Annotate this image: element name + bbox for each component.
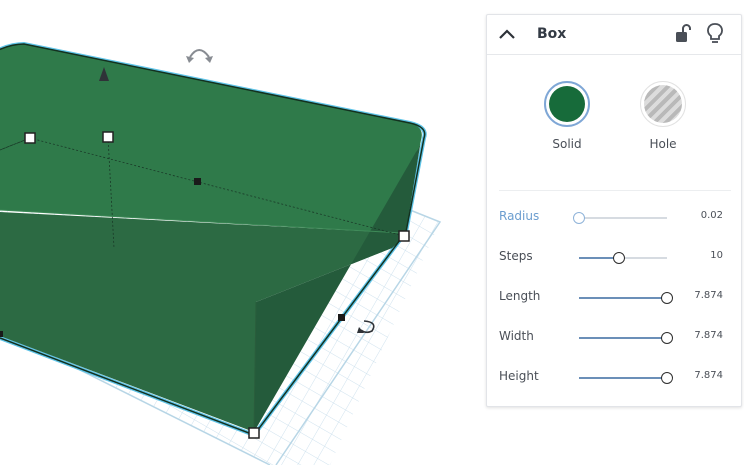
steps-label: Steps — [499, 249, 533, 263]
hole-swatch-ring — [640, 81, 686, 127]
hole-pattern-swatch — [644, 85, 682, 123]
width-slider-fill — [579, 337, 667, 339]
property-row-width: Width 7.874 — [499, 327, 731, 349]
solid-label: Solid — [552, 137, 582, 151]
height-slider[interactable] — [579, 372, 673, 384]
radius-slider-thumb[interactable] — [573, 212, 585, 224]
center-handle[interactable] — [194, 178, 201, 185]
radius-label: Radius — [499, 209, 540, 223]
length-value[interactable]: 7.874 — [694, 290, 723, 301]
solid-swatch-ring — [544, 81, 590, 127]
property-row-length: Length 7.874 — [499, 287, 731, 309]
property-row-steps: Steps 10 — [499, 247, 731, 269]
steps-slider[interactable] — [579, 252, 667, 264]
length-slider-thumb[interactable] — [661, 292, 673, 304]
unlock-icon[interactable] — [673, 23, 693, 45]
hole-label: Hole — [649, 137, 677, 151]
steps-slider-thumb[interactable] — [612, 252, 625, 264]
resize-handle[interactable] — [248, 427, 260, 439]
edge-handle[interactable] — [338, 314, 345, 321]
resize-handle[interactable] — [398, 230, 410, 242]
divider — [499, 190, 731, 191]
edge-handle[interactable] — [0, 331, 3, 337]
width-label: Width — [499, 329, 534, 343]
shape-title: Box — [537, 26, 567, 42]
length-label: Length — [499, 289, 541, 303]
resize-handle[interactable] — [102, 131, 114, 143]
inspector-panel: Box Solid Hole Radius 0.02 Steps 10 Leng… — [486, 14, 742, 407]
hole-option[interactable]: Hole — [633, 81, 693, 151]
length-slider-fill — [579, 297, 667, 299]
width-slider[interactable] — [579, 332, 673, 344]
radius-slider[interactable] — [573, 212, 667, 224]
width-slider-thumb[interactable] — [661, 332, 673, 344]
property-row-radius: Radius 0.02 — [499, 207, 731, 229]
radius-value[interactable]: 0.02 — [701, 210, 723, 221]
chevron-up-icon[interactable] — [497, 25, 517, 45]
lightbulb-icon[interactable] — [705, 22, 725, 46]
property-row-height: Height 7.874 — [499, 367, 731, 389]
resize-handle[interactable] — [24, 132, 36, 144]
solid-option[interactable]: Solid — [537, 81, 597, 151]
height-value[interactable]: 7.874 — [694, 370, 723, 381]
steps-value[interactable]: 10 — [710, 250, 723, 261]
length-slider[interactable] — [579, 292, 673, 304]
inspector-header: Box — [487, 15, 741, 55]
solid-color-swatch — [549, 86, 585, 122]
height-slider-thumb[interactable] — [661, 372, 673, 384]
height-label: Height — [499, 369, 539, 383]
width-value[interactable]: 7.874 — [694, 330, 723, 341]
height-slider-fill — [579, 377, 667, 379]
